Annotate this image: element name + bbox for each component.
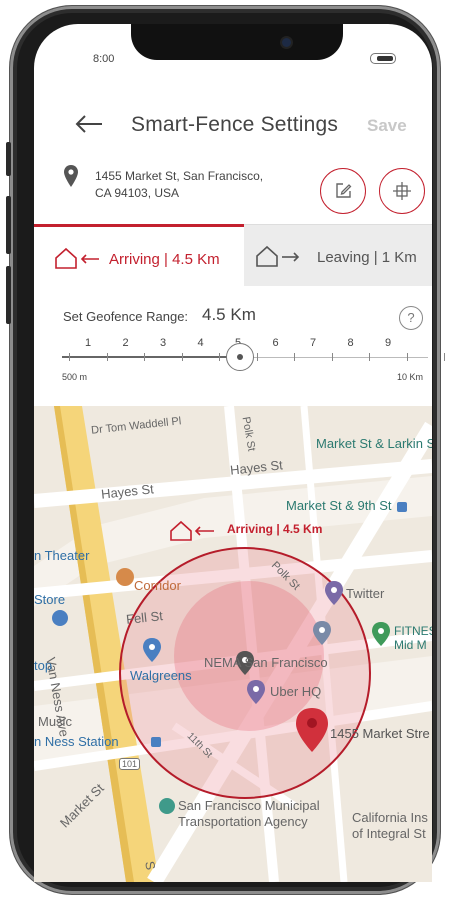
slider-tick (331, 353, 333, 361)
range-tick-label: 9 (384, 337, 392, 349)
geofence-tabs: Arriving | 4.5 Km Leaving | 1 Km (34, 224, 432, 286)
location-pin-icon (64, 165, 78, 187)
phone-volume-down (6, 266, 11, 324)
slider-tick (369, 353, 371, 361)
range-tick-label: 7 (309, 337, 317, 349)
map-view[interactable]: Dr Tom Waddell Pl Polk St Hayes St Hayes… (34, 406, 432, 882)
map-label-market-larkin: Market St & Larkin St (316, 436, 432, 451)
map-label-station: n Ness Station (34, 734, 119, 749)
highway-shield-101: 101 (119, 758, 141, 770)
leaving-icon (256, 245, 300, 267)
slider-tick (144, 353, 146, 361)
map-label-1455-market: 1455 Market Stre (330, 726, 430, 741)
tab-leaving[interactable]: Leaving | 1 Km (244, 224, 432, 286)
crosshair-icon (393, 182, 411, 200)
map-label-top: top (34, 658, 53, 673)
store-pin-icon (52, 610, 68, 626)
locate-button[interactable] (379, 168, 425, 214)
corridor-pin-icon (116, 568, 134, 586)
map-label-nema: NEMA San Francisco (204, 655, 328, 670)
help-button[interactable]: ? (399, 306, 423, 330)
map-label-mid-m: Mid M (394, 638, 427, 652)
map-overlay-label: Arriving | 4.5 Km (227, 522, 323, 536)
tab-arriving[interactable]: Arriving | 4.5 Km (34, 224, 244, 286)
slider-tick (406, 353, 408, 361)
map-label-sfmta-2: Transportation Agency (178, 814, 308, 829)
sfmta-pin-icon (159, 798, 175, 814)
map-label-cal-1: California Ins (352, 810, 428, 825)
battery-icon (370, 53, 396, 64)
phone-notch (131, 24, 343, 60)
map-label-sfmta-1: San Francisco Municipal (178, 798, 320, 813)
map-label-store: Store (34, 592, 66, 607)
range-min-label: 500 m (62, 372, 88, 382)
map-label-market-9th: Market St & 9th St (286, 498, 392, 513)
map-label-walgreens: Walgreens (130, 668, 192, 683)
slider-tick (294, 353, 296, 361)
map-label-cal-2: of Integral St (352, 826, 426, 841)
map-label-uber: Uber HQ (270, 684, 322, 699)
phone-volume-up (6, 196, 11, 254)
tab-leaving-label: Leaving | 1 Km (317, 249, 417, 266)
status-time: 8:00 (93, 53, 115, 65)
range-tick-label: 4 (197, 337, 204, 349)
slider-thumb[interactable] (225, 343, 254, 371)
slider-tick (256, 353, 258, 361)
edit-button[interactable] (320, 168, 366, 214)
map-label-corridor: Corridor (134, 578, 181, 593)
range-tick-label: 3 (159, 337, 167, 349)
map-label-theater: n Theater (34, 548, 90, 563)
page-title: Smart-Fence Settings (131, 113, 339, 136)
address-text: 1455 Market St, San Francisco, CA 94103,… (95, 168, 295, 202)
address-line-2: CA 94103, USA (95, 186, 180, 200)
range-tick-label: 6 (272, 337, 279, 349)
map-label-twitter: Twitter (346, 586, 385, 601)
map-label-music: Music (38, 714, 72, 729)
range-tick-label: 1 (84, 337, 92, 349)
tab-arriving-label: Arriving | 4.5 Km (109, 251, 220, 268)
slider-tick (69, 353, 71, 361)
phone-side-button (6, 142, 11, 176)
slider-tick (444, 353, 446, 361)
range-tick-label: 8 (347, 337, 354, 349)
range-tick-label: 2 (122, 337, 129, 349)
range-label: Set Geofence Range: (63, 309, 189, 324)
edit-icon (336, 183, 352, 198)
slider-fill (62, 356, 240, 358)
save-button[interactable]: Save (367, 116, 407, 136)
slider-tick (181, 353, 183, 361)
back-button[interactable] (74, 112, 104, 138)
slider-tick (219, 353, 221, 361)
range-max-label: 10 Km (397, 372, 424, 382)
back-arrow-icon (75, 115, 102, 133)
map-label-fitness: FITNES (394, 624, 432, 638)
address-line-1: 1455 Market St, San Francisco, (95, 169, 264, 183)
arriving-icon (55, 247, 99, 269)
slider-tick (106, 353, 108, 361)
camera-icon (282, 38, 291, 47)
range-value: 4.5 Km (202, 305, 256, 324)
